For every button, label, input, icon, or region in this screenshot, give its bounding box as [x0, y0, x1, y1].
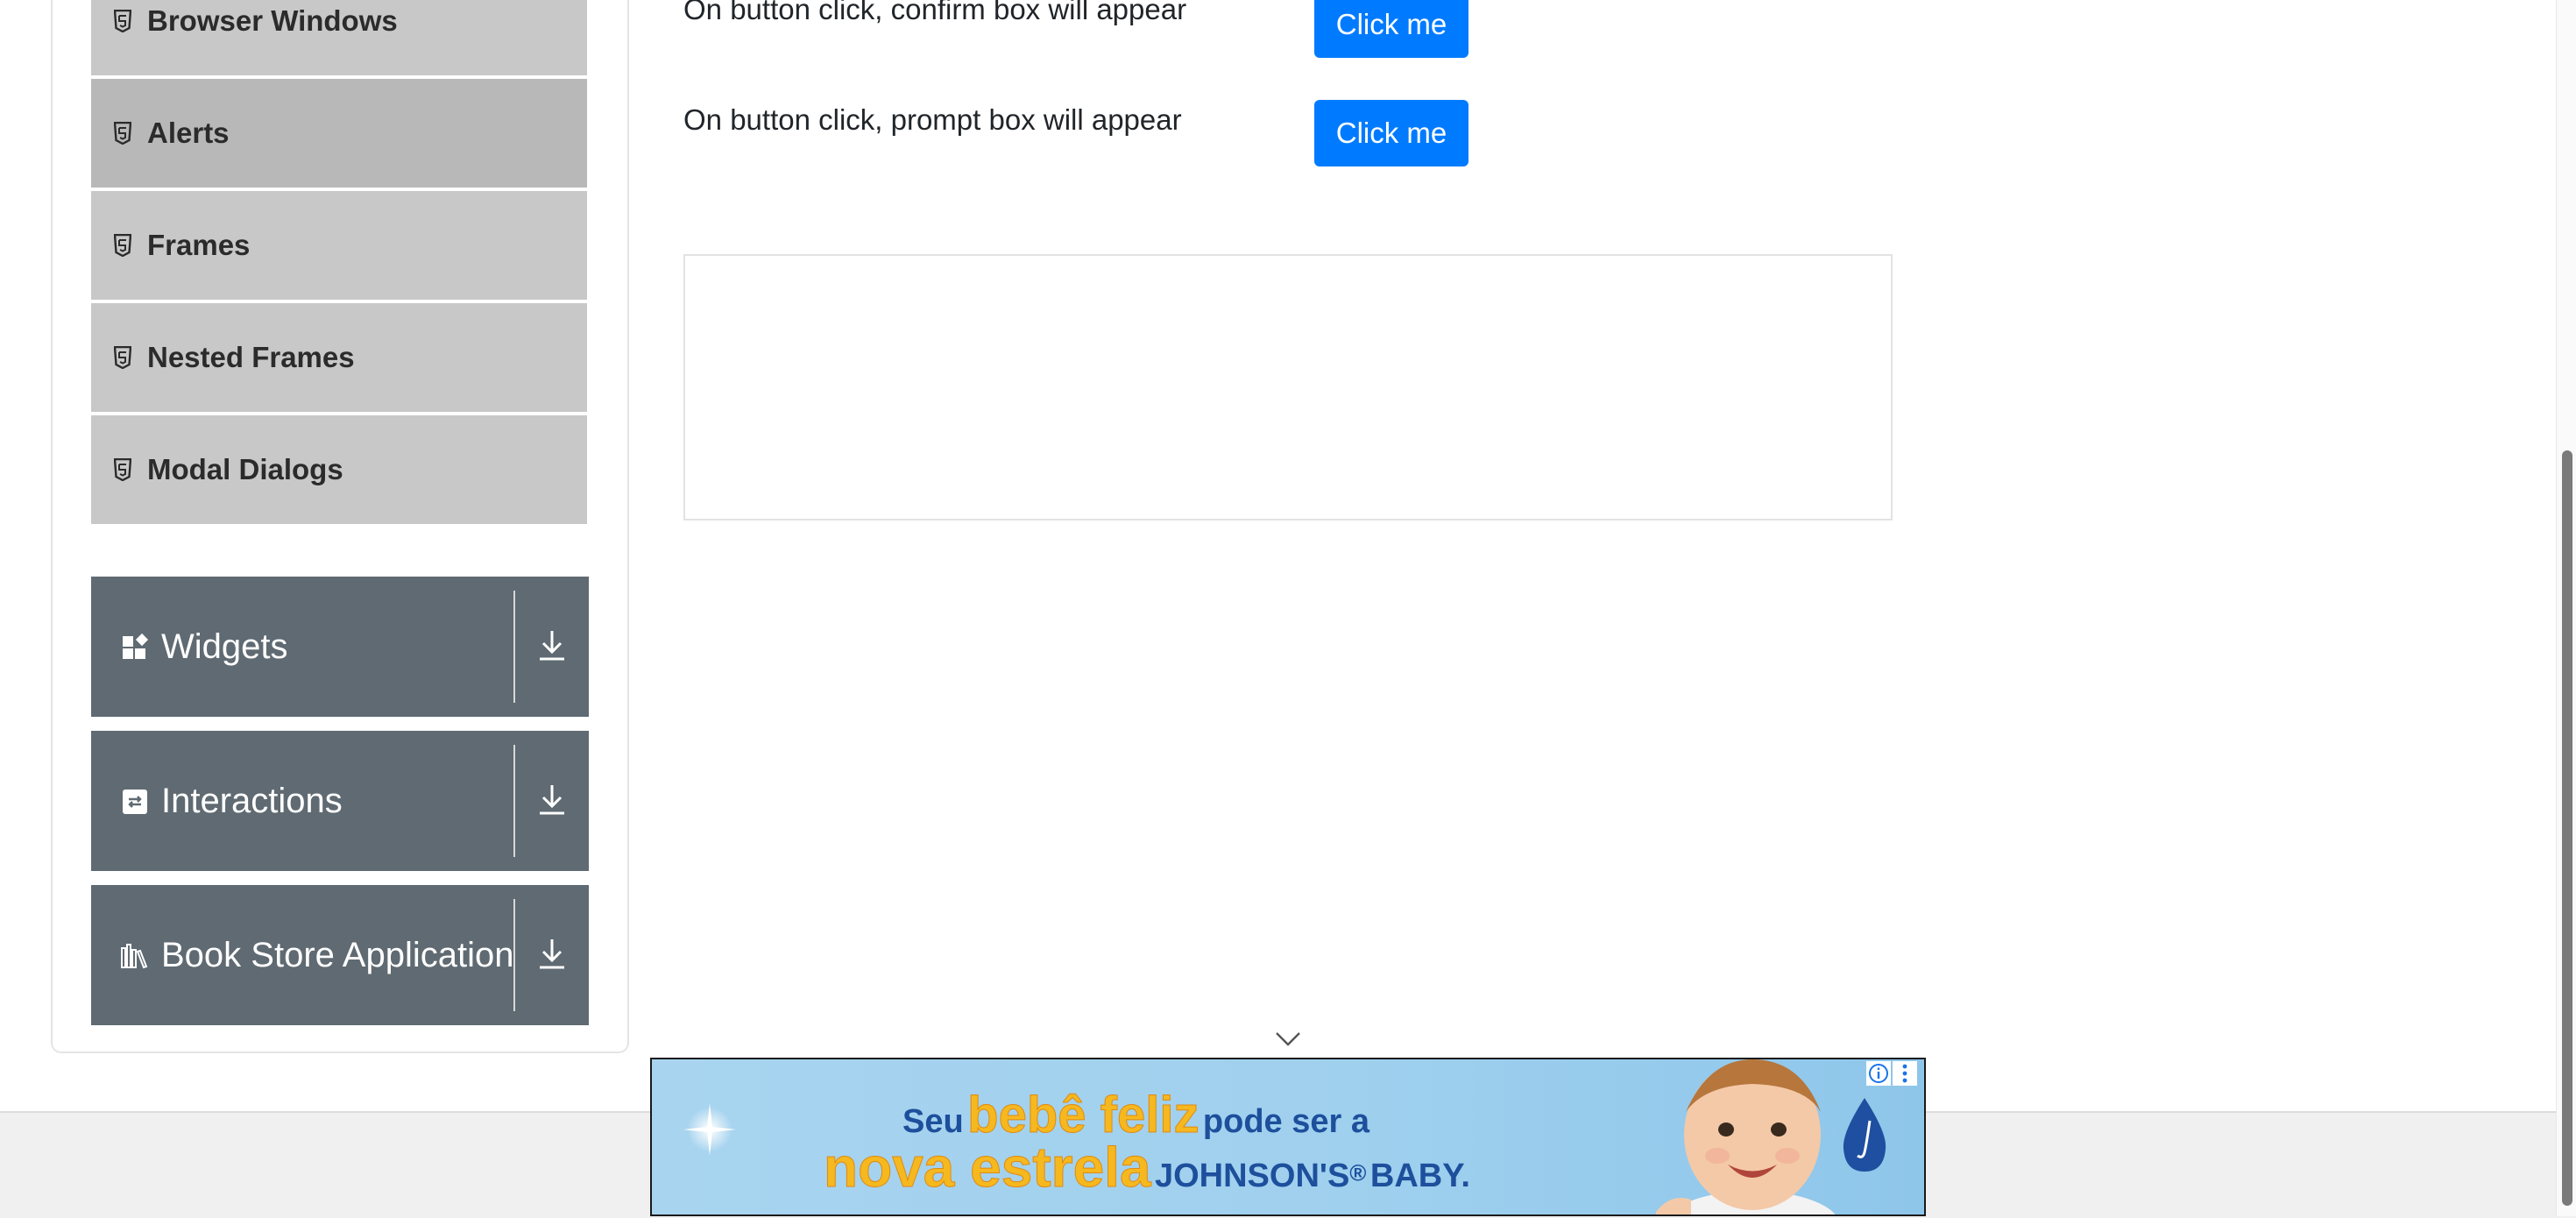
more-options-icon[interactable]: [1893, 1061, 1917, 1086]
html5-icon: [114, 122, 131, 145]
html5-icon: [114, 234, 131, 257]
group-divider: [513, 591, 515, 703]
sidebar-group-interactions[interactable]: Interactions: [91, 731, 589, 871]
ad-brand: JOHNSON'S: [1154, 1158, 1350, 1194]
sidebar-group-label: Widgets: [161, 627, 288, 666]
ad-text: BABY.: [1369, 1158, 1470, 1194]
group-divider: [513, 899, 515, 1011]
scrollbar[interactable]: [2556, 0, 2576, 1216]
download-icon[interactable]: [536, 627, 568, 662]
sidebar-group-label: Interactions: [161, 781, 343, 820]
sidebar-group-label: Book Store Application: [161, 935, 514, 974]
johnsons-logo: [1843, 1098, 1886, 1172]
ad-registered-mark: ®: [1349, 1159, 1367, 1186]
interactions-icon: [123, 790, 147, 814]
sidebar-group-book-store[interactable]: Book Store Application: [91, 885, 589, 1025]
prompt-box-description: On button click, prompt box will appear: [683, 103, 1182, 136]
sidebar-group-widgets[interactable]: Widgets: [91, 577, 589, 717]
sidebar-item-browser-windows[interactable]: Browser Windows: [91, 0, 587, 75]
sidebar-item-label: Nested Frames: [147, 341, 355, 373]
confirm-box-description: On button click, confirm box will appear: [683, 0, 1187, 25]
ad-headline-line2: nova estrela JOHNSON'S® BABY.: [824, 1135, 1470, 1200]
scrollbar-thumb[interactable]: [2562, 450, 2572, 1206]
html5-icon: [114, 458, 131, 481]
sidebar-item-label: Alerts: [147, 117, 230, 149]
html5-icon: [114, 346, 131, 369]
sparkle-icon: [683, 1103, 736, 1156]
group-divider: [513, 745, 515, 857]
sidebar-item-frames[interactable]: Frames: [91, 191, 587, 300]
sidebar-item-alerts[interactable]: Alerts: [91, 79, 587, 188]
ad-placeholder-box: [683, 254, 1893, 520]
info-icon[interactable]: [1866, 1061, 1891, 1086]
sidebar-item-modal-dialogs[interactable]: Modal Dialogs: [91, 415, 587, 524]
prompt-button[interactable]: Click me: [1314, 100, 1468, 166]
sidebar: Browser Windows Alerts Frames Nested Fra…: [51, 0, 629, 1053]
sidebar-item-label: Browser Windows: [147, 4, 398, 37]
html5-icon: [114, 10, 131, 32]
widgets-icon: [123, 633, 149, 659]
download-icon[interactable]: [536, 936, 568, 971]
chevron-down-icon[interactable]: [1275, 1030, 1301, 1048]
ad-banner[interactable]: Seu bebê feliz pode ser a nova estrela J…: [650, 1058, 1926, 1216]
sidebar-item-nested-frames[interactable]: Nested Frames: [91, 303, 587, 412]
confirm-button[interactable]: Click me: [1314, 0, 1468, 58]
book-store-icon: [121, 944, 148, 969]
ad-text-highlight: nova estrela: [824, 1136, 1152, 1200]
sidebar-item-label: Modal Dialogs: [147, 453, 343, 485]
baby-image: [1656, 1059, 1836, 1214]
download-icon[interactable]: [536, 782, 568, 817]
sidebar-item-label: Frames: [147, 229, 251, 261]
